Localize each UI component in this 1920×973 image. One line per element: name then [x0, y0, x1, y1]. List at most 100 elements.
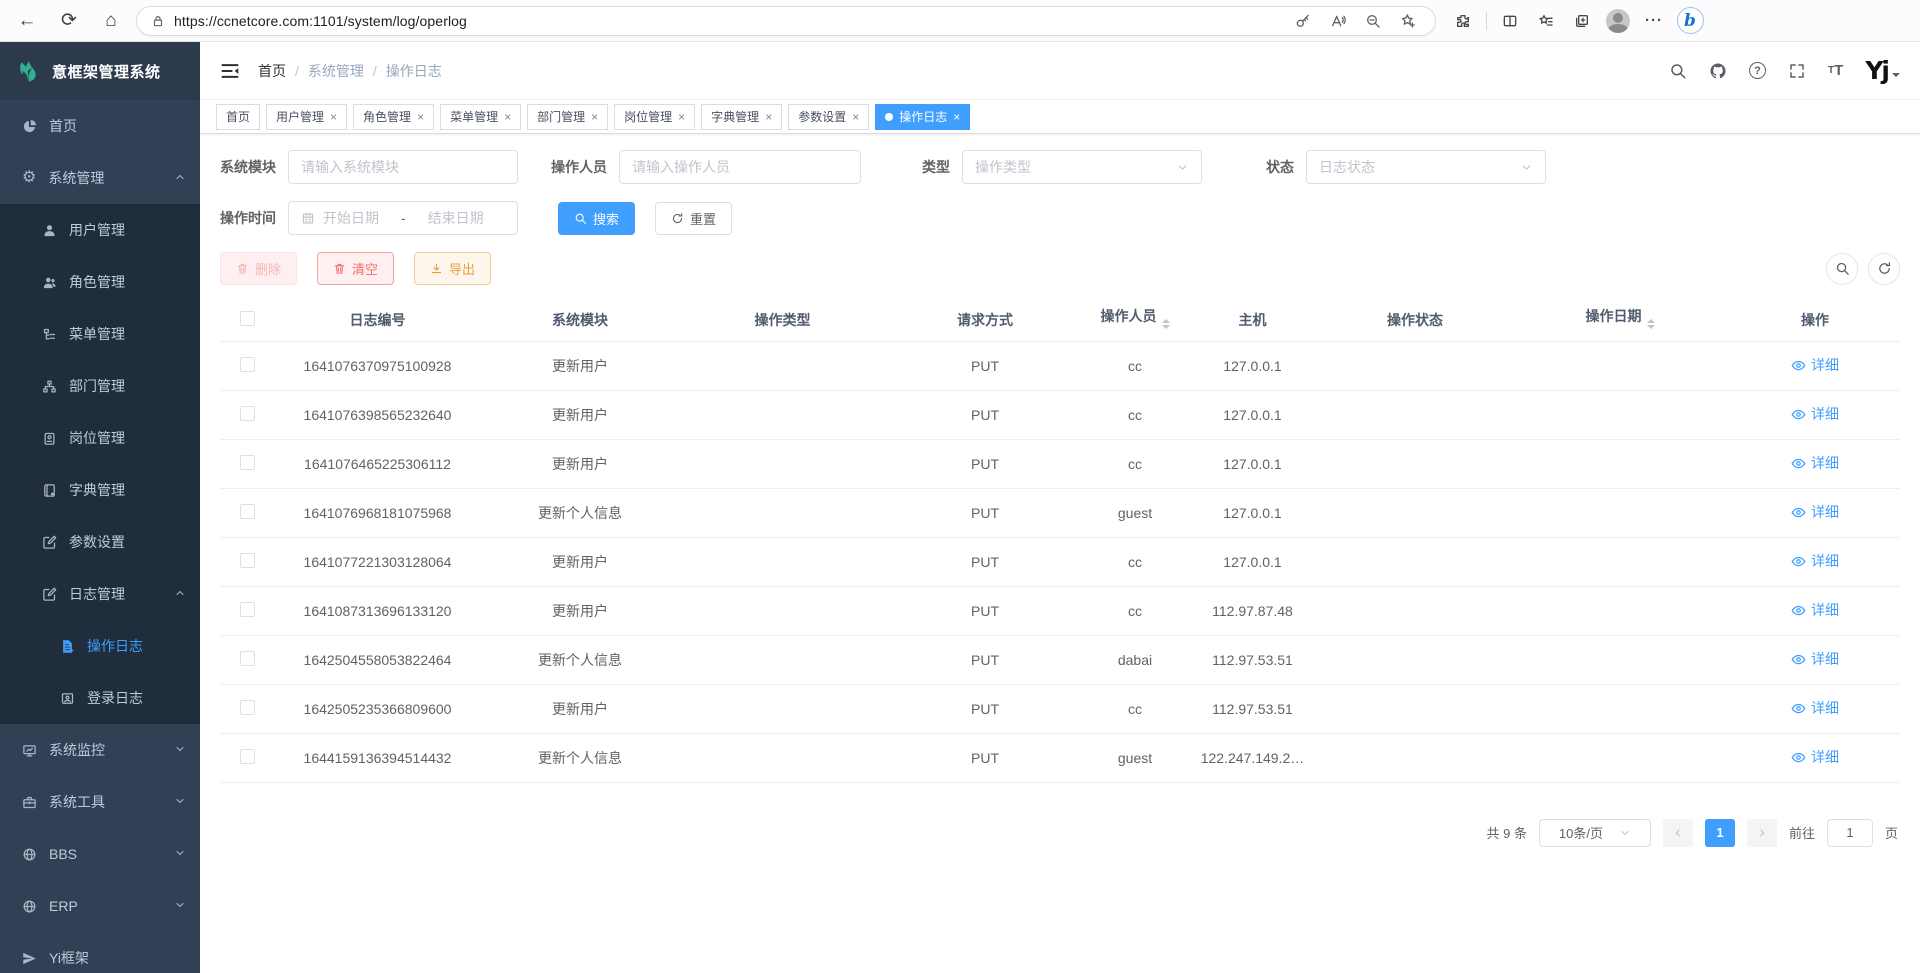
tab-8[interactable]: 参数设置× — [788, 104, 869, 130]
tab-close-icon[interactable]: × — [765, 110, 772, 124]
tab-close-icon[interactable]: × — [852, 110, 859, 124]
url-text[interactable]: https://ccnetcore.com:1101/system/log/op… — [174, 13, 1281, 29]
help-icon[interactable]: ? — [1749, 62, 1766, 79]
extensions-icon[interactable] — [1448, 7, 1478, 35]
detail-link[interactable]: 详细 — [1791, 453, 1839, 473]
row-checkbox[interactable] — [240, 700, 255, 715]
select-all-checkbox[interactable] — [220, 299, 275, 341]
row-checkbox[interactable] — [240, 602, 255, 617]
tab-1[interactable]: 首页 — [216, 104, 260, 130]
tab-close-icon[interactable]: × — [504, 110, 511, 124]
breadcrumb-home[interactable]: 首页 — [258, 61, 286, 81]
tab-close-icon[interactable]: × — [330, 110, 337, 124]
sidebar-item-2[interactable]: ⚙系统管理 — [0, 152, 200, 204]
sidebar-item-17[interactable]: Yi框架 — [0, 932, 200, 973]
sidebar-item-5[interactable]: 菜单管理 — [0, 308, 200, 360]
bing-chat-icon[interactable]: b — [1675, 7, 1705, 35]
breadcrumb-level1[interactable]: 系统管理 — [308, 61, 364, 81]
password-key-icon[interactable] — [1290, 8, 1316, 34]
detail-link[interactable]: 详细 — [1791, 698, 1839, 718]
font-size-icon[interactable]: TT — [1828, 62, 1843, 79]
sidebar-item-12[interactable]: 登录日志 — [0, 672, 200, 724]
tab-4[interactable]: 菜单管理× — [440, 104, 521, 130]
row-checkbox[interactable] — [240, 406, 255, 421]
row-checkbox[interactable] — [240, 651, 255, 666]
row-checkbox[interactable] — [240, 455, 255, 470]
detail-link[interactable]: 详细 — [1791, 502, 1839, 522]
sidebar-item-10[interactable]: 日志管理 — [0, 568, 200, 620]
tab-close-icon[interactable]: × — [678, 110, 685, 124]
detail-link[interactable]: 详细 — [1791, 649, 1839, 669]
tab-2[interactable]: 用户管理× — [266, 104, 347, 130]
prev-page-button[interactable] — [1663, 819, 1693, 847]
tab-5[interactable]: 部门管理× — [527, 104, 608, 130]
zoom-out-icon[interactable] — [1360, 8, 1386, 34]
sidebar-item-9[interactable]: 参数设置 — [0, 516, 200, 568]
row-checkbox[interactable] — [240, 553, 255, 568]
sort-caret-icon[interactable] — [1647, 315, 1655, 333]
clear-button[interactable]: 清空 — [317, 252, 394, 285]
fullscreen-icon[interactable] — [1788, 62, 1806, 80]
sidebar-item-4[interactable]: 角色管理 — [0, 256, 200, 308]
search-button[interactable]: 搜索 — [558, 202, 635, 235]
delete-button[interactable]: 删除 — [220, 252, 297, 285]
read-aloud-icon[interactable] — [1325, 8, 1351, 34]
tab-close-icon[interactable]: × — [417, 110, 424, 124]
table-refresh-icon[interactable] — [1868, 253, 1900, 285]
detail-link[interactable]: 详细 — [1791, 600, 1839, 620]
page-number-button[interactable]: 1 — [1705, 819, 1735, 847]
reset-button[interactable]: 重置 — [655, 202, 732, 235]
goto-page-input[interactable]: 1 — [1827, 819, 1873, 847]
tab-7[interactable]: 字典管理× — [701, 104, 782, 130]
status-select[interactable]: 日志状态 — [1306, 150, 1546, 184]
favorites-bar-icon[interactable] — [1531, 7, 1561, 35]
detail-link[interactable]: 详细 — [1791, 747, 1839, 767]
sidebar-item-6[interactable]: 部门管理 — [0, 360, 200, 412]
sidebar-item-7[interactable]: 岗位管理 — [0, 412, 200, 464]
tab-6[interactable]: 岗位管理× — [614, 104, 695, 130]
sidebar-item-3[interactable]: 用户管理 — [0, 204, 200, 256]
row-checkbox[interactable] — [240, 357, 255, 372]
sidebar-item-14[interactable]: 系统工具 — [0, 776, 200, 828]
sidebar-item-8[interactable]: 字典管理 — [0, 464, 200, 516]
export-button[interactable]: 导出 — [414, 252, 491, 285]
github-icon[interactable] — [1709, 62, 1727, 80]
sidebar-item-15[interactable]: BBS — [0, 828, 200, 880]
column-header[interactable]: 操作人员 — [1085, 299, 1185, 341]
tab-9[interactable]: 操作日志× — [875, 104, 970, 130]
sidebar-item-16[interactable]: ERP — [0, 880, 200, 932]
type-select[interactable]: 操作类型 — [962, 150, 1202, 184]
sidebar-item-11[interactable]: 操作日志 — [0, 620, 200, 672]
detail-link[interactable]: 详细 — [1791, 551, 1839, 571]
sidebar-collapse-icon[interactable] — [220, 61, 240, 81]
detail-link[interactable]: 详细 — [1791, 404, 1839, 424]
row-checkbox[interactable] — [240, 749, 255, 764]
page-size-select[interactable]: 10条/页 — [1539, 819, 1651, 847]
sidebar-item-13[interactable]: 系统监控 — [0, 724, 200, 776]
user-avatar-menu[interactable]: Yj — [1865, 58, 1900, 83]
browser-home-icon[interactable]: ⌂ — [94, 6, 128, 36]
address-bar[interactable]: https://ccnetcore.com:1101/system/log/op… — [136, 6, 1436, 36]
browser-profile-avatar[interactable] — [1603, 7, 1633, 35]
collections-icon[interactable] — [1567, 7, 1597, 35]
tab-3[interactable]: 角色管理× — [353, 104, 434, 130]
next-page-button[interactable] — [1747, 819, 1777, 847]
date-range-input[interactable]: 开始日期 - 结束日期 — [288, 201, 518, 235]
favorite-add-icon[interactable] — [1395, 8, 1421, 34]
module-input[interactable]: 请输入系统模块 — [288, 150, 518, 184]
browser-refresh-icon[interactable]: ⟳ — [52, 6, 86, 36]
tab-close-icon[interactable]: × — [591, 110, 598, 124]
checkbox-icon[interactable] — [240, 311, 255, 326]
sidebar-item-1[interactable]: 首页 — [0, 100, 200, 152]
column-header[interactable]: 操作日期 — [1510, 299, 1730, 341]
row-checkbox[interactable] — [240, 504, 255, 519]
header-search-icon[interactable] — [1669, 62, 1687, 80]
tab-close-icon[interactable]: × — [953, 110, 960, 124]
browser-back-icon[interactable]: ← — [10, 6, 44, 36]
detail-link[interactable]: 详细 — [1791, 355, 1839, 375]
split-screen-icon[interactable] — [1495, 7, 1525, 35]
operator-input[interactable]: 请输入操作人员 — [619, 150, 861, 184]
sort-caret-icon[interactable] — [1162, 315, 1170, 333]
browser-menu-icon[interactable]: ··· — [1639, 7, 1669, 35]
table-search-toggle-icon[interactable] — [1826, 253, 1858, 285]
